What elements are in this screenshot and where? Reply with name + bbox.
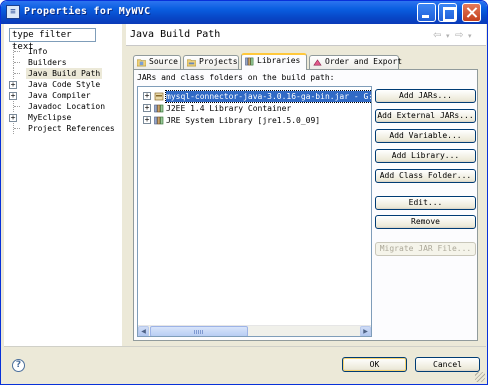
jar-icon bbox=[154, 92, 164, 101]
forward-arrow-icon[interactable]: ⇨ bbox=[455, 30, 463, 41]
tree-item-label: Info bbox=[28, 47, 48, 56]
source-folder-icon bbox=[137, 59, 146, 67]
properties-dialog: ≡ Properties for MyWVC type filter text … bbox=[0, 0, 488, 385]
expand-icon[interactable]: + bbox=[9, 92, 17, 100]
order-export-icon bbox=[313, 59, 322, 66]
libraries-icon bbox=[245, 57, 254, 66]
page-header: Java Build Path ⇦ ▾ ⇨ ▾ bbox=[126, 24, 486, 46]
horizontal-scrollbar[interactable]: ◀ ▶ bbox=[138, 325, 371, 336]
tab-order-and-export[interactable]: Order and Export bbox=[309, 55, 403, 69]
tab-label: Source bbox=[149, 57, 178, 66]
add-external-jars-button[interactable]: Add External JARs... bbox=[375, 109, 476, 123]
property-page-nav: type filter text Info Builders Java Buil… bbox=[4, 24, 122, 346]
title-bar[interactable]: ≡ Properties for MyWVC bbox=[1, 1, 487, 24]
forward-dropdown-icon[interactable]: ▾ bbox=[468, 32, 472, 40]
expand-icon[interactable]: + bbox=[9, 81, 17, 89]
filter-input[interactable]: type filter text bbox=[9, 28, 96, 52]
help-icon[interactable]: ? bbox=[12, 359, 25, 372]
list-item-label: mysql-connector-java-3.0.16-ga-bin.jar -… bbox=[165, 90, 371, 103]
tab-label: Libraries bbox=[257, 56, 301, 65]
tree-connector bbox=[13, 123, 21, 134]
library-icon bbox=[154, 104, 164, 113]
ok-button[interactable]: OK bbox=[342, 357, 407, 372]
scroll-thumb[interactable] bbox=[150, 326, 248, 336]
window-title: Properties for MyWVC bbox=[24, 6, 151, 17]
tree-connector bbox=[13, 101, 21, 112]
tab-label: Projects bbox=[199, 57, 238, 66]
build-path-list[interactable]: + mysql-connector-java-3.0.16-ga-bin.jar… bbox=[137, 86, 372, 337]
scroll-left-icon[interactable]: ◀ bbox=[138, 326, 149, 336]
dialog-client-area: type filter text Info Builders Java Buil… bbox=[4, 24, 486, 383]
edit-button[interactable]: Edit... bbox=[375, 196, 476, 210]
build-path-label: JARs and class folders on the build path… bbox=[137, 73, 335, 82]
tree-connector bbox=[13, 57, 21, 68]
library-icon bbox=[154, 116, 164, 125]
tab-label: Order and Export bbox=[325, 57, 403, 66]
expand-icon[interactable]: + bbox=[9, 114, 17, 122]
tree-item-label: Java Code Style bbox=[28, 80, 101, 89]
close-button[interactable] bbox=[462, 3, 481, 22]
project-icon bbox=[187, 59, 196, 67]
list-item-label: J2EE 1.4 Library Container bbox=[166, 104, 292, 113]
add-library-button[interactable]: Add Library... bbox=[375, 149, 476, 163]
list-item-mysql-jar[interactable]: + mysql-connector-java-3.0.16-ga-bin.jar… bbox=[138, 90, 371, 103]
tree-connector bbox=[13, 68, 21, 79]
list-item-j2ee-container[interactable]: + J2EE 1.4 Library Container bbox=[138, 103, 367, 114]
tab-libraries[interactable]: Libraries bbox=[241, 53, 307, 70]
back-dropdown-icon[interactable]: ▾ bbox=[446, 32, 450, 40]
maximize-button[interactable] bbox=[438, 3, 457, 22]
add-class-folder-button[interactable]: Add Class Folder... bbox=[375, 169, 476, 183]
properties-icon: ≡ bbox=[6, 5, 20, 19]
dialog-button-bar: ? OK Cancel bbox=[4, 346, 486, 383]
grip-icon bbox=[194, 330, 204, 334]
back-arrow-icon[interactable]: ⇦ bbox=[433, 30, 441, 41]
libraries-tab-panel: JARs and class folders on the build path… bbox=[133, 69, 478, 341]
page-title: Java Build Path bbox=[130, 29, 221, 40]
remove-button[interactable]: Remove bbox=[375, 215, 476, 229]
list-item-label: JRE System Library [jre1.5.0_09] bbox=[166, 116, 321, 125]
tab-projects[interactable]: Projects bbox=[183, 55, 239, 69]
add-jars-button[interactable]: Add JARs... bbox=[375, 89, 476, 103]
scroll-right-icon[interactable]: ▶ bbox=[360, 326, 371, 336]
tab-source[interactable]: Source bbox=[133, 55, 181, 69]
resize-grip-icon[interactable] bbox=[475, 372, 485, 382]
tree-item-label: Java Build Path bbox=[26, 68, 103, 79]
expand-icon[interactable]: + bbox=[143, 116, 151, 124]
tree-item-label: Builders bbox=[28, 58, 67, 67]
tree-item-label: MyEclipse bbox=[28, 113, 72, 122]
add-variable-button[interactable]: Add Variable... bbox=[375, 129, 476, 143]
expand-icon[interactable]: + bbox=[143, 92, 151, 100]
tree-connector bbox=[13, 46, 21, 57]
tree-item-label: Javadoc Location bbox=[28, 102, 106, 111]
cancel-button[interactable]: Cancel bbox=[415, 357, 480, 372]
minimize-button[interactable] bbox=[417, 3, 436, 22]
list-item-jre-system-library[interactable]: + JRE System Library [jre1.5.0_09] bbox=[138, 115, 367, 126]
expand-icon[interactable]: + bbox=[143, 104, 151, 112]
migrate-jar-button[interactable]: Migrate JAR File... bbox=[375, 242, 476, 256]
property-page: Java Build Path ⇦ ▾ ⇨ ▾ Source Projects … bbox=[126, 24, 486, 346]
tree-item-label: Java Compiler bbox=[28, 91, 91, 100]
tree-item-label: Project References bbox=[28, 124, 115, 133]
